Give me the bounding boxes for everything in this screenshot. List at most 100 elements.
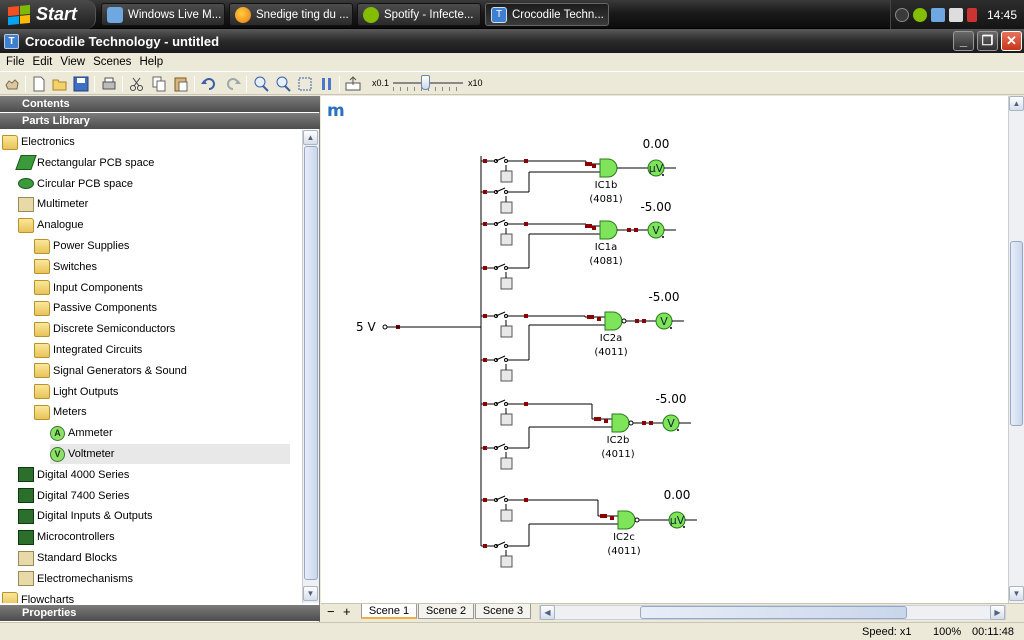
tree-item[interactable]: Integrated Circuits — [34, 340, 142, 360]
folder-open-icon — [2, 134, 18, 150]
hscroll-thumb[interactable] — [640, 606, 907, 619]
tree-item[interactable]: Digital Inputs & Outputs — [18, 506, 153, 526]
tree-item[interactable]: Circular PCB space — [18, 174, 133, 194]
pin-marker — [585, 224, 589, 228]
ic-name: IC2a — [600, 333, 622, 344]
scroll-right-icon[interactable]: ▶ — [990, 605, 1005, 620]
taskbar-button-spotify[interactable]: Spotify - Infecte... — [357, 3, 481, 26]
canvas-scroll-down-icon[interactable]: ▼ — [1009, 586, 1024, 601]
zoom-slider-thumb[interactable] — [420, 75, 430, 90]
tree-item[interactable]: Multimeter — [18, 194, 88, 214]
export-icon[interactable] — [344, 75, 362, 93]
zoom-fit-icon[interactable] — [296, 75, 314, 93]
switch-lever — [495, 263, 506, 269]
tree-item[interactable]: V Voltmeter — [50, 444, 290, 464]
tree-item[interactable]: Meters — [34, 402, 87, 422]
tree-item[interactable]: Input Components — [34, 278, 143, 298]
tree-item[interactable]: Flowcharts — [2, 590, 74, 603]
tree-item[interactable]: Signal Generators & Sound — [34, 361, 187, 381]
taskbar: Start Windows Live M... Snedige ting du … — [0, 0, 1024, 29]
tree-item[interactable]: Switches — [34, 257, 97, 277]
start-button[interactable]: Start — [0, 0, 96, 29]
push-button-icon — [500, 457, 513, 470]
pin-marker — [524, 159, 528, 163]
menu-help[interactable]: Help — [136, 56, 166, 68]
zoom-in-icon[interactable] — [252, 75, 270, 93]
parts-library-header[interactable]: Parts Library — [0, 113, 320, 129]
window-titlebar[interactable]: T Crocodile Technology - untitled _ ❐ ✕ — [0, 29, 1024, 53]
contents-header-label: Contents — [22, 98, 70, 110]
pin-marker — [592, 164, 596, 168]
save-icon[interactable] — [72, 75, 90, 93]
print-icon[interactable] — [100, 75, 118, 93]
taskbar-button-firefox[interactable]: Snedige ting du ... — [229, 3, 353, 26]
network-icon[interactable] — [949, 7, 963, 22]
scroll-down-icon[interactable]: ▼ — [303, 586, 318, 601]
switch-lever — [495, 443, 506, 449]
tree-scroll-thumb[interactable] — [304, 146, 318, 580]
menu-edit[interactable]: Edit — [30, 56, 56, 68]
tree-item[interactable]: Rectangular PCB space — [15, 153, 154, 173]
tree-item[interactable]: Electronics — [2, 132, 75, 152]
add-scene-button[interactable]: + — [343, 604, 351, 619]
tree-item[interactable]: Standard Blocks — [18, 548, 117, 568]
remove-scene-button[interactable]: − — [327, 604, 335, 619]
minimize-button[interactable]: _ — [953, 31, 974, 51]
tree-item[interactable]: Passive Components — [34, 298, 157, 318]
taskbar-button-messenger[interactable]: Windows Live M... — [101, 3, 225, 26]
tree-item[interactable]: Microcontrollers — [18, 527, 115, 547]
menu-view[interactable]: View — [57, 56, 88, 68]
pause-icon[interactable] — [318, 75, 336, 93]
contents-header[interactable]: Contents — [0, 96, 320, 112]
properties-header[interactable]: Properties — [0, 605, 320, 621]
power-supplies-folder-icon — [34, 238, 50, 254]
pin-marker — [627, 228, 631, 232]
circuit-diagram[interactable]: m 5 V μV 0.00 IC1b (4081) V -5.00 IC1a (4081) V -5… — [321, 96, 1008, 603]
tab-scene-1[interactable]: Scene 1 — [361, 604, 417, 619]
messenger-tray-icon[interactable] — [931, 7, 945, 22]
maximize-button[interactable]: ❐ — [977, 31, 998, 51]
scroll-up-icon[interactable]: ▲ — [303, 130, 318, 145]
tree-item[interactable]: Light Outputs — [34, 382, 118, 402]
tree-item[interactable]: Digital 4000 Series — [18, 465, 129, 485]
tree-item[interactable]: Analogue — [18, 215, 84, 235]
tree-item-label: Circular PCB space — [37, 177, 133, 190]
window-title: Crocodile Technology - untitled — [25, 33, 220, 49]
start-label: Start — [36, 4, 78, 24]
menu-file[interactable]: File — [3, 56, 28, 68]
canvas-scroll-up-icon[interactable]: ▲ — [1009, 96, 1024, 111]
spotify-tray-icon[interactable] — [913, 7, 927, 22]
canvas-scroll-thumb[interactable] — [1010, 241, 1023, 426]
copy-icon[interactable] — [150, 75, 168, 93]
pin-marker — [483, 266, 487, 270]
hand-icon[interactable] — [3, 75, 21, 93]
tree-item[interactable]: Digital 7400 Series — [18, 486, 129, 506]
canvas-scrollbar[interactable]: ▲ ▼ — [1008, 96, 1024, 603]
tree-item[interactable]: Electromechanisms — [18, 569, 133, 589]
app-icon[interactable]: T — [4, 33, 19, 49]
paste-icon[interactable] — [172, 75, 190, 93]
security-alert-icon[interactable] — [967, 7, 977, 22]
tab-scene-2[interactable]: Scene 2 — [418, 604, 474, 619]
scroll-left-icon[interactable]: ◀ — [540, 605, 555, 620]
switch-lever — [495, 495, 506, 501]
tab-scene-3[interactable]: Scene 3 — [475, 604, 531, 619]
tree-item[interactable]: Power Supplies — [34, 236, 129, 256]
tree-scrollbar[interactable]: ▲ ▼ — [302, 130, 319, 603]
circuit-canvas[interactable]: m 5 V μV 0.00 IC1b (4081) V -5.00 IC1a (4081) V -5… — [321, 96, 1008, 603]
tree-item[interactable]: Discrete Semiconductors — [34, 319, 175, 339]
zoom-out-icon[interactable] — [274, 75, 292, 93]
pin-marker — [597, 317, 601, 321]
canvas-hscrollbar[interactable]: ◀ ▶ — [539, 605, 1006, 620]
clock[interactable]: 14:45 — [987, 8, 1017, 22]
cut-icon[interactable] — [128, 75, 146, 93]
new-icon[interactable] — [30, 75, 48, 93]
bluetooth-icon[interactable] — [895, 7, 909, 22]
open-icon[interactable] — [51, 75, 69, 93]
taskbar-button-crocodile[interactable]: T Crocodile Techn... — [485, 3, 609, 26]
menu-scenes[interactable]: Scenes — [90, 56, 134, 68]
redo-icon[interactable] — [224, 75, 242, 93]
close-button[interactable]: ✕ — [1001, 31, 1022, 51]
tree-item[interactable]: A Ammeter — [50, 423, 113, 443]
undo-icon[interactable] — [200, 75, 218, 93]
